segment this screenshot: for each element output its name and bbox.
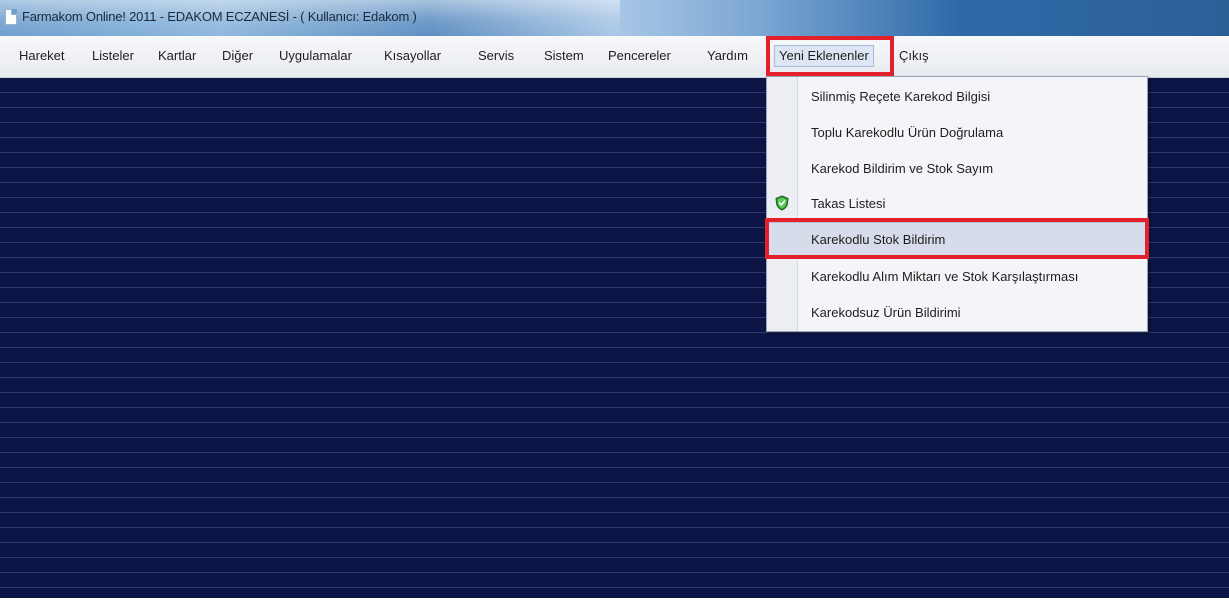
menu-uygulamalar[interactable]: Uygulamalar — [279, 45, 352, 67]
window-title: Farmakom Online! 2011 - EDAKOM ECZANESİ … — [22, 9, 417, 24]
dropdown-item-label: Karekodlu Alım Miktarı ve Stok Karşılaşt… — [811, 269, 1079, 284]
dropdown-item-takas-listesi[interactable]: Takas Listesi — [767, 187, 1147, 221]
app-document-icon — [5, 9, 17, 25]
dropdown-item-label: Takas Listesi — [811, 196, 886, 211]
menu-diger[interactable]: Diğer — [222, 45, 253, 67]
menu-yeni-eklenenler[interactable]: Yeni Eklenenler — [774, 45, 874, 67]
green-shield-icon — [775, 195, 789, 211]
menu-kartlar[interactable]: Kartlar — [158, 45, 196, 67]
menu-listeler[interactable]: Listeler — [92, 45, 134, 67]
dropdown-item-toplu-karekodlu[interactable]: Toplu Karekodlu Ürün Doğrulama — [767, 116, 1147, 150]
dropdown-item-label: Silinmiş Reçete Karekod Bilgisi — [811, 89, 991, 104]
dropdown-item-karekodlu-stok-bildirim[interactable]: Karekodlu Stok Bildirim — [767, 222, 1147, 256]
menu-pencereler[interactable]: Pencereler — [608, 45, 671, 67]
menu-servis[interactable]: Servis — [478, 45, 514, 67]
dropdown-item-label: Karekod Bildirim ve Stok Sayım — [811, 161, 994, 176]
menu-yardim[interactable]: Yardım — [707, 45, 748, 67]
dropdown-item-label: Toplu Karekodlu Ürün Doğrulama — [811, 125, 1004, 140]
menu-cikis[interactable]: Çıkış — [899, 45, 929, 67]
dropdown-item-silinmis-recete[interactable]: Silinmiş Reçete Karekod Bilgisi — [767, 80, 1147, 114]
dropdown-item-karekod-bildirim[interactable]: Karekod Bildirim ve Stok Sayım — [767, 152, 1147, 186]
yeni-eklenenler-dropdown: Silinmiş Reçete Karekod Bilgisi Toplu Ka… — [766, 76, 1148, 332]
dropdown-item-label: Karekodlu Stok Bildirim — [811, 232, 946, 247]
title-bar: Farmakom Online! 2011 - EDAKOM ECZANESİ … — [0, 0, 1229, 36]
menu-hareket[interactable]: Hareket — [19, 45, 65, 67]
menu-kisayollar[interactable]: Kısayollar — [384, 45, 441, 67]
application-window: Farmakom Online! 2011 - EDAKOM ECZANESİ … — [0, 0, 1229, 602]
menu-bar: Hareket Listeler Kartlar Diğer Uygulamal… — [0, 36, 1229, 78]
dropdown-item-label: Karekodsuz Ürün Bildirimi — [811, 305, 961, 320]
menu-sistem[interactable]: Sistem — [544, 45, 584, 67]
dropdown-item-karekodlu-alim[interactable]: Karekodlu Alım Miktarı ve Stok Karşılaşt… — [767, 260, 1147, 294]
dropdown-item-karekodsuz-urun[interactable]: Karekodsuz Ürün Bildirimi — [767, 296, 1147, 330]
